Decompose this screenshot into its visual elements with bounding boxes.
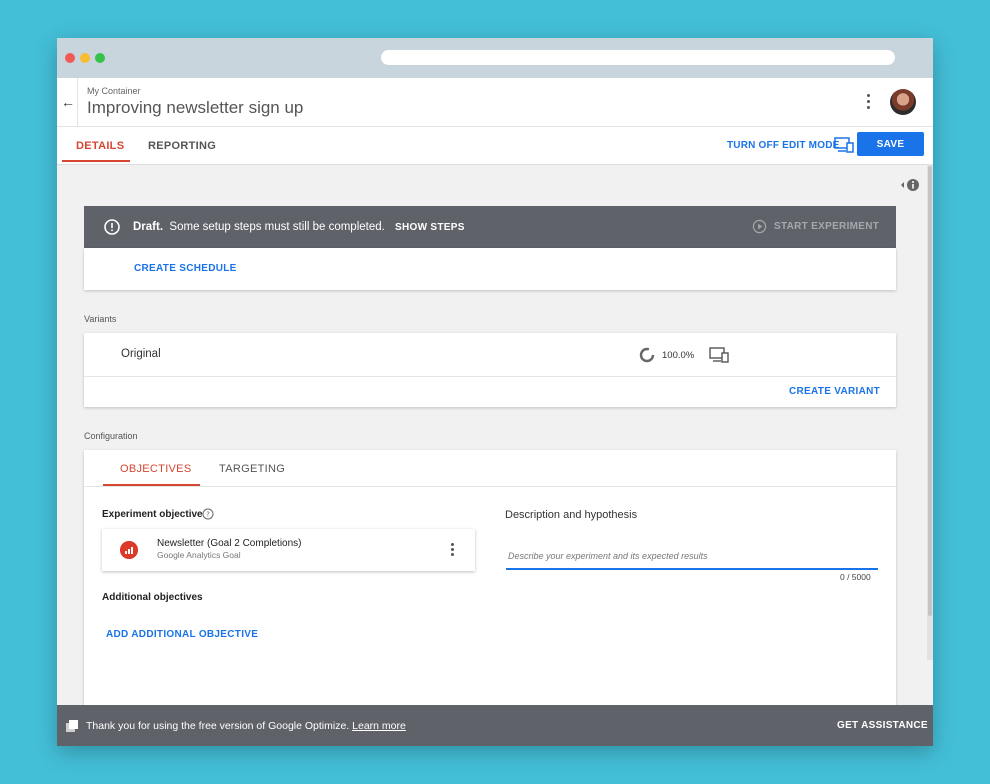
arrow-left-icon[interactable]: ←	[59, 91, 77, 113]
add-additional-objective-button[interactable]: ADD ADDITIONAL OBJECTIVE	[106, 629, 258, 640]
create-schedule-button[interactable]: CREATE SCHEDULE	[134, 263, 237, 274]
more-vert-icon[interactable]	[863, 92, 873, 112]
footer-text: Thank you for using the free version of …	[86, 720, 350, 732]
variant-name[interactable]: Original	[121, 348, 161, 360]
footer-bar: Thank you for using the free version of …	[57, 705, 933, 746]
page-title: Improving newsletter sign up	[87, 98, 304, 117]
character-count: 0 / 5000	[840, 572, 871, 582]
tab-reporting[interactable]: REPORTING	[148, 140, 216, 152]
create-variant-button[interactable]: CREATE VARIANT	[789, 386, 880, 397]
draft-status-bar: Draft. Some setup steps must still be co…	[84, 206, 896, 248]
main-tabs: DETAILS REPORTING TURN OFF EDIT MODE SAV…	[57, 126, 933, 165]
svg-text:?: ?	[206, 511, 210, 519]
optimize-logo-icon	[66, 720, 78, 732]
objective-item[interactable]: Newsletter (Goal 2 Completions) Google A…	[102, 529, 475, 571]
analytics-goal-icon	[120, 541, 138, 559]
preview-devices-icon[interactable]	[709, 347, 729, 363]
more-vert-icon[interactable]	[450, 542, 456, 558]
browser-chrome	[57, 38, 933, 78]
variants-divider	[84, 376, 896, 377]
configuration-card: OBJECTIVES TARGETING Experiment objectiv…	[84, 450, 896, 718]
maximize-window-button[interactable]	[95, 53, 105, 63]
turn-off-edit-mode-button[interactable]: TURN OFF EDIT MODE	[727, 140, 839, 151]
tab-details[interactable]: DETAILS	[76, 140, 124, 152]
objective-type: Google Analytics Goal	[157, 550, 241, 560]
active-tab-indicator	[62, 160, 130, 162]
alert-circle-icon	[104, 219, 120, 235]
draft-detail: Some setup steps must still be completed…	[169, 221, 385, 233]
start-experiment-button[interactable]: START EXPERIMENT	[774, 221, 879, 232]
devices-icon[interactable]	[834, 137, 854, 153]
traffic-weight-icon[interactable]	[639, 347, 655, 363]
app-header: ← My Container Improving newsletter sign…	[57, 78, 933, 126]
tab-objectives[interactable]: OBJECTIVES	[120, 463, 191, 475]
play-circle-icon	[752, 219, 767, 234]
avatar[interactable]	[890, 89, 916, 115]
config-tabs-divider	[84, 486, 896, 487]
learn-more-link[interactable]: Learn more	[352, 720, 406, 732]
show-steps-button[interactable]: SHOW STEPS	[395, 222, 465, 233]
variants-card: Original 100.0% CREATE VARIANT	[84, 333, 896, 407]
configuration-section-label: Configuration	[84, 431, 138, 441]
description-title: Description and hypothesis	[505, 509, 638, 521]
scrollbar-thumb[interactable]	[928, 166, 932, 616]
additional-objectives-label: Additional objectives	[102, 592, 203, 603]
close-window-button[interactable]	[65, 53, 75, 63]
save-button[interactable]: SAVE	[857, 132, 924, 156]
draft-status: Draft.	[133, 221, 164, 233]
footer-message: Thank you for using the free version of …	[86, 720, 406, 732]
get-assistance-button[interactable]: GET ASSISTANCE	[837, 720, 928, 731]
header-divider	[77, 78, 78, 126]
description-input[interactable]	[506, 546, 878, 570]
address-bar[interactable]	[381, 50, 895, 65]
variant-weight[interactable]: 100.0%	[662, 350, 694, 361]
experiment-objective-label: Experiment objective	[102, 509, 203, 520]
help-icon[interactable]: ?	[202, 508, 214, 520]
objective-name: Newsletter (Goal 2 Completions)	[157, 538, 302, 549]
draft-message: Draft. Some setup steps must still be co…	[133, 221, 385, 233]
schedule-card: CREATE SCHEDULE	[84, 248, 896, 290]
variants-section-label: Variants	[84, 314, 117, 324]
minimize-window-button[interactable]	[80, 53, 90, 63]
container-name: My Container	[87, 86, 141, 96]
info-icon[interactable]	[899, 177, 921, 193]
tab-targeting[interactable]: TARGETING	[219, 463, 285, 475]
browser-window: ← My Container Improving newsletter sign…	[57, 38, 933, 746]
